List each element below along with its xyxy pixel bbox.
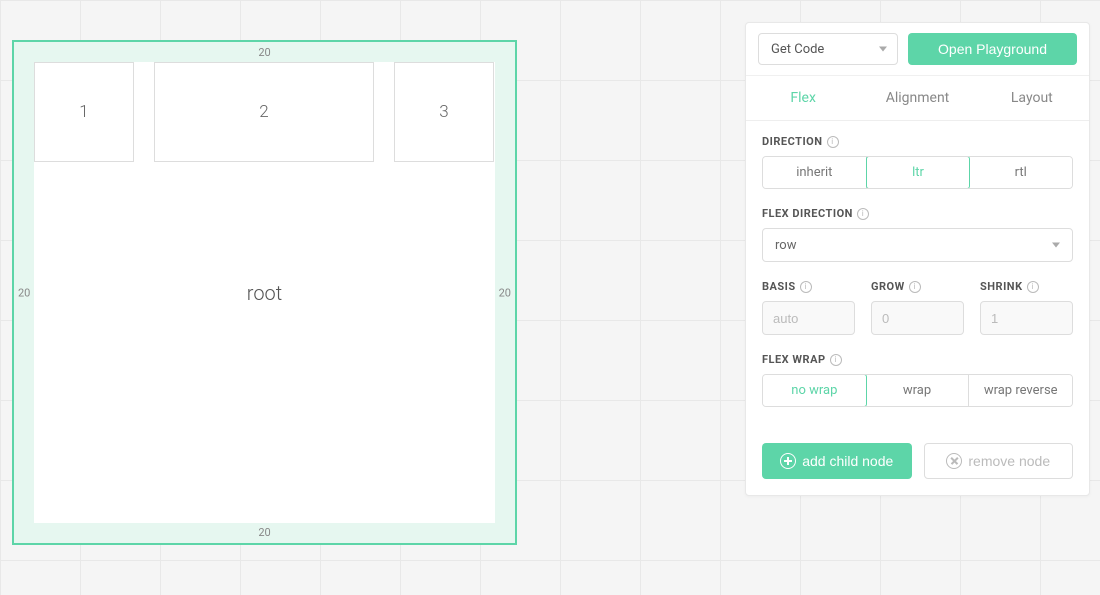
padding-top-label: 20 bbox=[258, 46, 270, 59]
direction-option-ltr[interactable]: ltr bbox=[866, 156, 971, 189]
info-icon[interactable]: i bbox=[830, 354, 842, 366]
flex-wrap-option-reverse[interactable]: wrap reverse bbox=[969, 375, 1072, 406]
flex-wrap-segmented: no wrap wrap wrap reverse bbox=[762, 374, 1073, 407]
open-playground-button[interactable]: Open Playground bbox=[908, 33, 1077, 65]
info-icon[interactable]: i bbox=[909, 281, 921, 293]
info-icon[interactable]: i bbox=[827, 136, 839, 148]
shrink-field: SHRINKi bbox=[980, 280, 1073, 335]
padding-left-label: 20 bbox=[18, 286, 30, 299]
tab-alignment[interactable]: Alignment bbox=[860, 76, 974, 120]
padding-bottom-label: 20 bbox=[258, 526, 270, 539]
add-child-node-button[interactable]: add child node bbox=[762, 443, 912, 479]
flex-direction-field: FLEX DIRECTION i row bbox=[762, 207, 1073, 262]
basis-grow-shrink-row: BASISi GROWi SHRINKi bbox=[762, 280, 1073, 335]
root-node-label: root bbox=[247, 281, 282, 305]
panel-tabs: Flex Alignment Layout bbox=[746, 76, 1089, 121]
basis-field: BASISi bbox=[762, 280, 855, 335]
child-node[interactable]: 1 bbox=[34, 62, 134, 162]
basis-input[interactable] bbox=[762, 301, 855, 335]
tab-layout[interactable]: Layout bbox=[975, 76, 1089, 120]
root-node-container[interactable]: 20 20 20 20 1 2 3 root bbox=[12, 40, 517, 545]
panel-header: Get Code Open Playground bbox=[746, 23, 1089, 76]
flex-wrap-label: FLEX WRAP i bbox=[762, 353, 1073, 366]
direction-field: DIRECTION i inherit ltr rtl bbox=[762, 135, 1073, 189]
grow-input[interactable] bbox=[871, 301, 964, 335]
padding-right-label: 20 bbox=[499, 286, 511, 299]
remove-node-button[interactable]: remove node bbox=[924, 443, 1074, 479]
direction-segmented: inherit ltr rtl bbox=[762, 156, 1073, 189]
direction-option-inherit[interactable]: inherit bbox=[763, 157, 867, 188]
flex-direction-label: FLEX DIRECTION i bbox=[762, 207, 1073, 220]
child-node[interactable]: 3 bbox=[394, 62, 494, 162]
get-code-label: Get Code bbox=[771, 42, 824, 57]
direction-label: DIRECTION i bbox=[762, 135, 1073, 148]
child-node[interactable]: 2 bbox=[154, 62, 374, 162]
flex-wrap-option-nowrap[interactable]: no wrap bbox=[762, 374, 867, 407]
properties-panel: Get Code Open Playground Flex Alignment … bbox=[745, 22, 1090, 496]
shrink-input[interactable] bbox=[980, 301, 1073, 335]
tab-flex[interactable]: Flex bbox=[746, 76, 860, 120]
flex-wrap-field: FLEX WRAP i no wrap wrap wrap reverse bbox=[762, 353, 1073, 407]
info-icon[interactable]: i bbox=[1027, 281, 1039, 293]
close-icon bbox=[946, 453, 962, 469]
panel-footer: add child node remove node bbox=[746, 433, 1089, 495]
direction-option-rtl[interactable]: rtl bbox=[969, 157, 1072, 188]
root-node[interactable]: 1 2 3 root bbox=[34, 62, 495, 523]
grow-field: GROWi bbox=[871, 280, 964, 335]
info-icon[interactable]: i bbox=[857, 208, 869, 220]
info-icon[interactable]: i bbox=[800, 281, 812, 293]
flex-wrap-option-wrap[interactable]: wrap bbox=[866, 375, 970, 406]
get-code-dropdown[interactable]: Get Code bbox=[758, 33, 898, 65]
flex-direction-select[interactable]: row bbox=[762, 228, 1073, 262]
panel-body[interactable]: DIRECTION i inherit ltr rtl FLEX DIRECTI… bbox=[746, 121, 1089, 433]
plus-icon bbox=[780, 453, 796, 469]
